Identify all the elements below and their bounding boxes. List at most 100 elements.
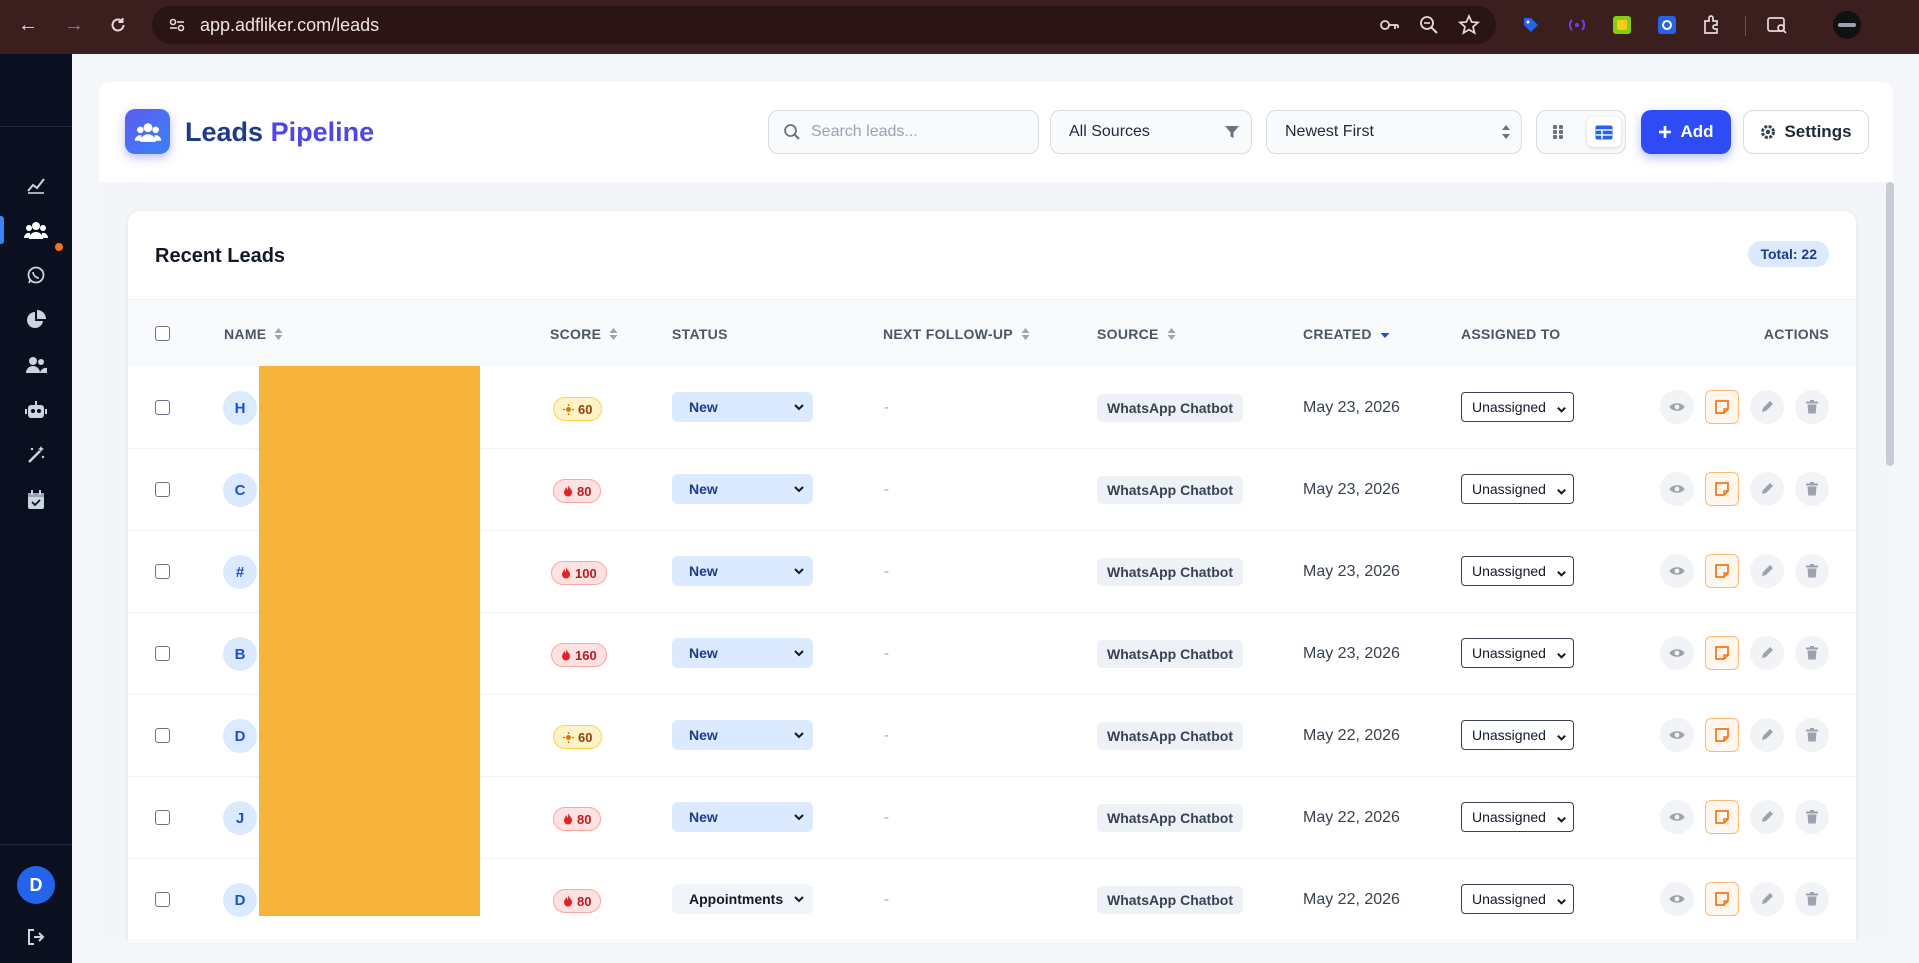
assigned-to-select[interactable]: Unassigned [1461,884,1574,914]
delete-lead-button[interactable] [1795,554,1829,588]
gear-extension-icon[interactable] [1655,13,1679,37]
view-lead-button[interactable] [1660,390,1694,424]
edit-lead-button[interactable] [1750,718,1784,752]
zoom-icon[interactable] [1418,14,1440,41]
search-input[interactable] [811,123,1021,141]
signal-extension-icon[interactable] [1565,13,1589,37]
sidebar-item-calendar[interactable] [0,480,72,520]
color-extension-icon[interactable] [1610,13,1634,37]
settings-button[interactable]: Settings [1743,110,1869,154]
row-checkbox[interactable] [155,564,170,579]
source-filter-select[interactable]: All Sources [1050,110,1252,154]
profile-avatar[interactable] [1833,11,1861,39]
site-settings-icon[interactable] [166,14,188,36]
column-header-source[interactable]: SOURCE [1097,326,1176,342]
forward-icon[interactable]: → [60,11,88,39]
delete-lead-button[interactable] [1795,882,1829,916]
note-lead-button[interactable] [1705,554,1739,588]
magic-wand-icon [28,446,45,463]
sticky-note-icon [1715,810,1729,824]
password-key-icon[interactable] [1378,14,1400,41]
delete-lead-button[interactable] [1795,636,1829,670]
row-checkbox[interactable] [155,728,170,743]
row-checkbox[interactable] [155,810,170,825]
trash-icon [1806,564,1818,578]
row-checkbox[interactable] [155,646,170,661]
edit-lead-button[interactable] [1750,554,1784,588]
delete-lead-button[interactable] [1795,718,1829,752]
note-lead-button[interactable] [1705,882,1739,916]
row-checkbox[interactable] [155,482,170,497]
row-checkbox[interactable] [155,892,170,907]
sidebar-item-whatsapp[interactable] [0,255,72,295]
status-value: New [689,727,718,743]
assigned-to-select[interactable]: Unassigned [1461,392,1574,422]
status-value: New [689,645,718,661]
note-lead-button[interactable] [1705,472,1739,506]
column-header-score[interactable]: SCORE [550,326,618,342]
status-select[interactable]: Appointments [672,884,813,914]
eye-icon [1669,567,1685,575]
kanban-view-button[interactable] [1541,117,1575,147]
flame-icon [563,895,573,907]
note-lead-button[interactable] [1705,718,1739,752]
column-header-next-follow-up[interactable]: NEXT FOLLOW-UP [883,326,1030,342]
view-lead-button[interactable] [1660,636,1694,670]
add-lead-button[interactable]: Add [1641,110,1731,154]
back-icon[interactable]: ← [14,11,42,39]
search-box[interactable] [768,110,1039,154]
source-badge: WhatsApp Chatbot [1097,804,1243,832]
sidebar-item-magic[interactable] [0,435,72,475]
sidebar-item-analytics[interactable] [0,165,72,205]
status-select[interactable]: New [672,392,813,422]
assigned-to-select[interactable]: Unassigned [1461,474,1574,504]
edit-lead-button[interactable] [1750,800,1784,834]
sidebar-item-contacts[interactable] [0,345,72,385]
edit-lead-button[interactable] [1750,636,1784,670]
reload-icon[interactable] [104,11,132,39]
edit-lead-button[interactable] [1750,390,1784,424]
tab-search-icon[interactable] [1765,13,1789,37]
column-header-created[interactable]: CREATED [1303,326,1390,342]
assigned-to-select[interactable]: Unassigned [1461,720,1574,750]
note-lead-button[interactable] [1705,636,1739,670]
row-checkbox[interactable] [155,400,170,415]
address-bar[interactable]: app.adfliker.com/leads [152,6,1496,44]
status-select[interactable]: New [672,802,813,832]
toolbar-divider [1745,16,1746,36]
edit-lead-button[interactable] [1750,882,1784,916]
view-lead-button[interactable] [1660,554,1694,588]
view-lead-button[interactable] [1660,718,1694,752]
created-date: May 23, 2026 [1303,563,1400,580]
select-all-checkbox[interactable] [155,326,170,341]
extensions-puzzle-icon[interactable] [1700,13,1724,37]
view-lead-button[interactable] [1660,882,1694,916]
tag-extension-icon[interactable] [1519,13,1543,37]
sort-select[interactable]: Newest First [1266,110,1522,154]
status-select[interactable]: New [672,474,813,504]
assigned-to-value: Unassigned [1472,399,1546,415]
view-lead-button[interactable] [1660,472,1694,506]
status-select[interactable]: New [672,638,813,668]
status-select[interactable]: New [672,720,813,750]
assigned-to-select[interactable]: Unassigned [1461,802,1574,832]
assigned-to-select[interactable]: Unassigned [1461,638,1574,668]
main-scrollbar[interactable] [1886,182,1894,466]
note-lead-button[interactable] [1705,390,1739,424]
view-lead-button[interactable] [1660,800,1694,834]
status-select[interactable]: New [672,556,813,586]
delete-lead-button[interactable] [1795,800,1829,834]
column-header-name[interactable]: NAME [224,326,283,342]
logout-button[interactable] [0,917,72,957]
delete-lead-button[interactable] [1795,390,1829,424]
sidebar-item-bot[interactable] [0,390,72,430]
assigned-to-select[interactable]: Unassigned [1461,556,1574,586]
table-view-button[interactable] [1587,117,1621,147]
note-lead-button[interactable] [1705,800,1739,834]
chevron-down-icon [793,892,805,908]
delete-lead-button[interactable] [1795,472,1829,506]
sidebar-item-reports[interactable] [0,300,72,340]
user-avatar[interactable]: D [17,866,55,904]
bookmark-star-icon[interactable] [1457,13,1481,41]
edit-lead-button[interactable] [1750,472,1784,506]
